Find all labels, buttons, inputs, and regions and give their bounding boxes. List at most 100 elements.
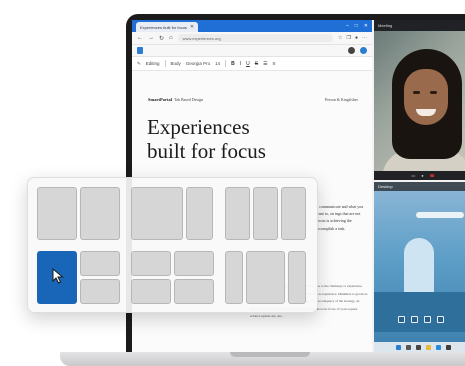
minimize-button[interactable]: –: [346, 23, 349, 29]
snap-zone[interactable]: [281, 187, 306, 240]
snap-zone[interactable]: [131, 251, 171, 276]
maximize-button[interactable]: □: [355, 23, 358, 29]
app-tiles: [398, 316, 444, 323]
task-view-icon[interactable]: [415, 344, 421, 350]
snap-zone[interactable]: [225, 251, 243, 304]
divider: [164, 60, 166, 67]
snap-zone[interactable]: [131, 187, 183, 240]
snap-zone[interactable]: [246, 251, 285, 304]
doc-bar: [132, 45, 372, 57]
person-eye: [430, 91, 437, 94]
snap-zone[interactable]: [288, 251, 306, 304]
layout-halves: [37, 187, 120, 240]
word-icon[interactable]: [137, 47, 143, 54]
underline-button[interactable]: U: [246, 61, 250, 67]
snap-stack: [174, 251, 214, 304]
more-icon[interactable]: ⋯: [362, 35, 367, 41]
layout-main-stack: [37, 251, 120, 304]
wallpaper-sculpture: [404, 238, 434, 298]
start-icon[interactable]: [395, 344, 401, 350]
editing-mode[interactable]: Editing: [146, 61, 160, 66]
snap-zone[interactable]: [80, 187, 120, 240]
hangup-icon[interactable]: ☎: [430, 173, 435, 178]
style-select[interactable]: Body: [171, 61, 181, 66]
italic-button[interactable]: I: [240, 61, 241, 67]
snap-zone[interactable]: [131, 279, 171, 304]
layout-wide-center: [225, 251, 306, 304]
store-icon[interactable]: [445, 344, 451, 350]
address-bar: ← → ↻ ⌂ www.experiences.org ☆ ❐ ● ⋯: [132, 32, 372, 45]
snap-zone[interactable]: [37, 187, 77, 240]
person-eye: [413, 91, 420, 94]
layout-thirds: [225, 187, 306, 240]
layout-two-thirds: [131, 187, 213, 240]
favorites-icon[interactable]: ☆: [338, 35, 342, 41]
snap-stack: [80, 251, 120, 304]
snap-zone-selected[interactable]: [37, 251, 77, 304]
app-tile[interactable]: [437, 316, 444, 323]
divider: [225, 60, 227, 67]
tab-title: Experiences built for focus: [140, 24, 187, 30]
snap-zone[interactable]: [186, 187, 213, 240]
snap-layouts-flyout: [27, 177, 318, 313]
cursor-icon: [52, 268, 64, 284]
desktop-titlebar: Desktop: [374, 182, 465, 191]
wallpaper-water: [374, 292, 465, 332]
size-select[interactable]: 14: [215, 61, 220, 66]
snap-zone[interactable]: [174, 279, 214, 304]
font-select[interactable]: Georgia Pro: [186, 61, 210, 66]
site-subbrand: Tab Based Design: [174, 97, 204, 102]
snap-zone[interactable]: [225, 187, 250, 240]
browser-icon[interactable]: [435, 344, 441, 350]
app-tile[interactable]: [411, 316, 418, 323]
close-icon[interactable]: ✕: [190, 24, 194, 30]
video-feed: [374, 31, 465, 180]
video-call-window: Meeting ▭ ● ☎: [374, 20, 465, 180]
body-paragraph: r, communicate and what you want to, on …: [316, 204, 364, 231]
bold-button[interactable]: B: [231, 61, 235, 67]
marketing-scene: Experiences built for focus ✕ – □ ✕ ← → …: [0, 0, 465, 366]
search-icon[interactable]: [405, 344, 411, 350]
share-icon[interactable]: [348, 47, 355, 54]
camera-icon[interactable]: ▭: [411, 173, 415, 178]
laptop-notch: [230, 352, 310, 357]
video-titlebar: Meeting: [374, 20, 465, 31]
profile-icon[interactable]: ●: [355, 35, 358, 41]
window-controls: – □ ✕: [346, 23, 368, 29]
desktop-window: Desktop: [374, 182, 465, 352]
taskbar: [374, 342, 465, 352]
edit-icon[interactable]: ✎: [137, 61, 141, 67]
list-icon[interactable]: ☰: [263, 61, 267, 67]
app-tile[interactable]: [398, 316, 405, 323]
video-title: Meeting: [378, 23, 393, 28]
snap-zone[interactable]: [80, 251, 120, 276]
account-icon[interactable]: [360, 47, 367, 54]
align-icon[interactable]: ≡: [273, 61, 276, 67]
snap-zone[interactable]: [80, 279, 120, 304]
snap-zone[interactable]: [253, 187, 278, 240]
back-icon[interactable]: ←: [137, 35, 143, 41]
extensions: ☆ ❐ ● ⋯: [338, 35, 367, 41]
format-toolbar: ✎ Editing Body Georgia Pro 14 B I U S ☰ …: [132, 57, 372, 71]
byline: Person & Kingfisher: [324, 97, 358, 102]
layout-grid: [131, 251, 214, 304]
refresh-icon[interactable]: ↻: [159, 35, 164, 42]
forward-icon[interactable]: →: [148, 35, 154, 41]
app-tile[interactable]: [424, 316, 431, 323]
url-field[interactable]: www.experiences.org: [177, 34, 333, 42]
browser-tab[interactable]: Experiences built for focus ✕: [136, 22, 199, 32]
site-brand: SmartPortal: [148, 97, 172, 102]
home-icon[interactable]: ⌂: [169, 35, 173, 41]
headline-line-2: built for focus: [147, 139, 266, 163]
browser-titlebar: Experiences built for focus ✕ – □ ✕: [132, 20, 372, 32]
snap-stack: [131, 251, 171, 304]
call-controls: ▭ ● ☎: [374, 171, 465, 180]
close-window-button[interactable]: ✕: [364, 23, 368, 29]
snap-zone[interactable]: [174, 251, 214, 276]
search-input[interactable]: [416, 212, 464, 218]
strike-button[interactable]: S: [255, 61, 258, 67]
mic-icon[interactable]: ●: [421, 173, 423, 178]
explorer-icon[interactable]: [425, 344, 431, 350]
collections-icon[interactable]: ❐: [346, 35, 350, 41]
person-face: [404, 69, 448, 125]
